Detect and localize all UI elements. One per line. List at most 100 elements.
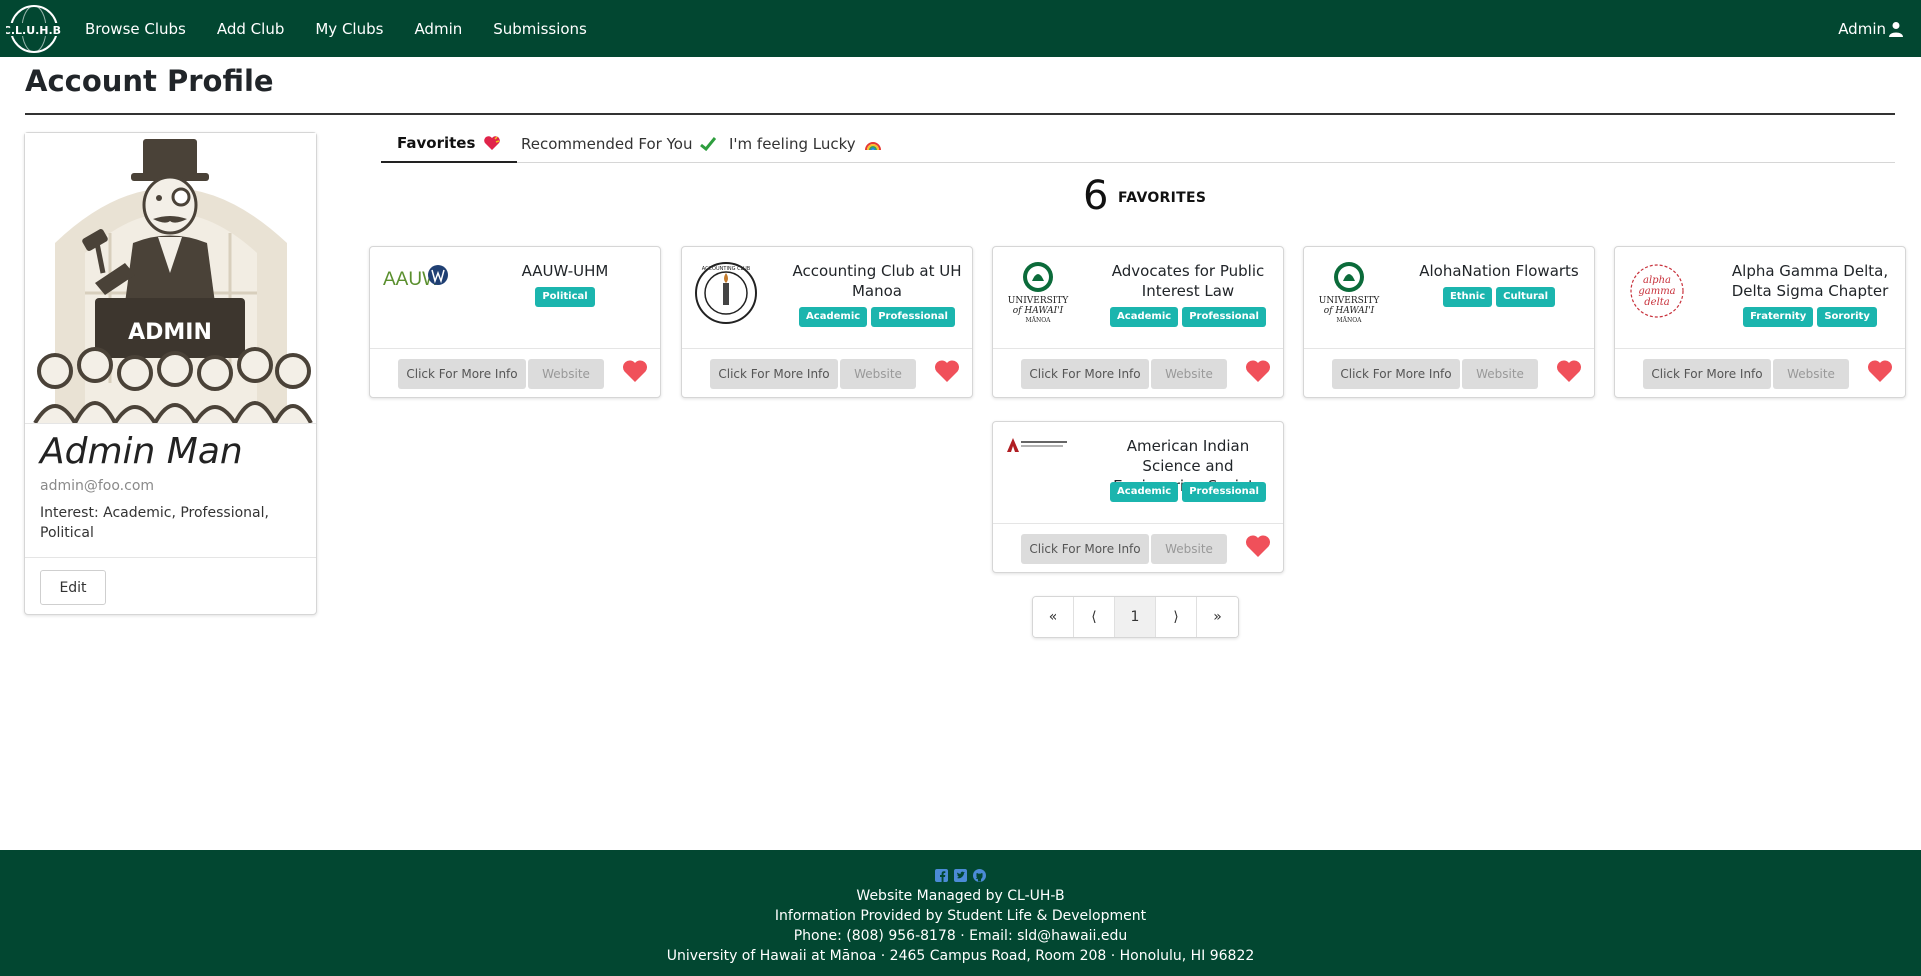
favorite-heart-icon[interactable] [1245, 534, 1271, 558]
favorite-heart-icon[interactable] [622, 359, 648, 383]
profile-interest: Interest: Academic, Professional, Politi… [40, 505, 269, 541]
user-menu-label: Admin [1838, 19, 1886, 38]
website-button[interactable]: Website [528, 359, 604, 389]
club-name: Advocates for Public Interest Law [1111, 262, 1265, 300]
footer-info: Information Provided by Student Life & D… [774, 908, 1147, 924]
more-info-button[interactable]: Click For More Info [710, 359, 838, 389]
club-card: UNIVERSITY of HAWAI'I MĀNOA Advocates fo… [992, 246, 1284, 398]
social-links [0, 869, 1921, 882]
more-info-button[interactable]: Click For More Info [398, 359, 526, 389]
heart-emoji-icon [483, 135, 501, 151]
club-tags: Ethnic Cultural [1409, 287, 1589, 307]
club-tags: Academic Professional [1098, 482, 1278, 502]
website-button[interactable]: Website [1462, 359, 1538, 389]
svg-text:UNIVERSITY: UNIVERSITY [1319, 296, 1381, 306]
favorite-heart-icon[interactable] [1556, 359, 1582, 383]
favorites-label: FAVORITES [1118, 190, 1207, 206]
club-tag[interactable]: Professional [871, 307, 955, 327]
last-page-button[interactable]: » [1197, 597, 1238, 637]
card-divider [682, 348, 972, 349]
tab-recommended-label: Recommended For You [521, 134, 693, 153]
card-divider [1304, 348, 1594, 349]
title-divider [25, 113, 1895, 115]
website-button[interactable]: Website [840, 359, 916, 389]
prev-page-button[interactable]: ⟨ [1074, 597, 1115, 637]
card-divider [370, 348, 660, 349]
nav-submissions[interactable]: Submissions [493, 20, 587, 38]
club-tags: Academic Professional [1098, 307, 1278, 327]
check-emoji-icon [700, 136, 717, 151]
edit-profile-button[interactable]: Edit [40, 570, 106, 605]
club-name: Accounting Club at UH Manoa [792, 262, 962, 300]
github-icon[interactable] [973, 869, 986, 882]
club-tag[interactable]: Political [535, 287, 595, 307]
svg-text:gamma: gamma [1638, 286, 1675, 297]
profile-email: admin@foo.com [40, 478, 155, 494]
alpha-gamma-delta-logo: alpha gamma delta [1627, 261, 1693, 327]
user-menu[interactable]: Admin [1838, 0, 1904, 57]
footer-managed: Website Managed by CL-UH-B [856, 888, 1065, 904]
tab-favorites[interactable]: Favorites [381, 124, 518, 163]
nav-browse-clubs[interactable]: Browse Clubs [85, 20, 186, 38]
aises-logo [1005, 436, 1071, 502]
club-tag[interactable]: Professional [1182, 307, 1266, 327]
tab-feeling-lucky[interactable]: I'm feeling Lucky [729, 124, 882, 163]
tab-feeling-lucky-label: I'm feeling Lucky [729, 134, 856, 153]
website-button[interactable]: Website [1151, 534, 1227, 564]
club-tag[interactable]: Professional [1182, 482, 1266, 502]
more-info-button[interactable]: Click For More Info [1643, 359, 1771, 389]
website-button[interactable]: Website [1151, 359, 1227, 389]
svg-text:of HAWAI'I: of HAWAI'I [1324, 306, 1375, 316]
svg-text:delta: delta [1644, 297, 1670, 308]
pagination: « ⟨ 1 ⟩ » [1032, 596, 1239, 638]
favorite-heart-icon[interactable] [934, 359, 960, 383]
favorites-count: 6 [1083, 173, 1109, 219]
club-tags: Political [475, 287, 655, 307]
facebook-icon[interactable] [935, 869, 948, 882]
accounting-seal-logo: ACCOUNTING CLUB [694, 261, 760, 327]
favorite-heart-icon[interactable] [1867, 359, 1893, 383]
club-tag[interactable]: Academic [1110, 482, 1179, 502]
club-tag[interactable]: Academic [1110, 307, 1179, 327]
footer-address: University of Hawaii at Mānoa · 2465 Cam… [666, 948, 1255, 964]
profile-card: ADMIN Admin Man admin@foo.com Interest: … [24, 132, 317, 615]
profile-avatar: ADMIN [25, 133, 316, 423]
svg-text:MĀNOA: MĀNOA [1337, 317, 1363, 324]
club-name: AAUW-UHM [521, 262, 609, 280]
svg-text:ACCOUNTING CLUB: ACCOUNTING CLUB [702, 266, 751, 272]
tab-favorites-label: Favorites [397, 133, 476, 152]
footer-contact: Phone: (808) 956-8178 · Email: sld@hawai… [793, 928, 1128, 944]
club-tag[interactable]: Sorority [1817, 307, 1877, 327]
page-1-button[interactable]: 1 [1115, 597, 1156, 637]
first-page-button[interactable]: « [1033, 597, 1074, 637]
next-page-button[interactable]: ⟩ [1156, 597, 1197, 637]
website-button[interactable]: Website [1773, 359, 1849, 389]
top-navbar: C.L.U.H.B. Browse Clubs Add Club My Club… [0, 0, 1921, 57]
club-card: ACCOUNTING CLUB Accounting Club at UH Ma… [681, 246, 973, 398]
brand-logo[interactable]: C.L.U.H.B. [4, 4, 64, 54]
club-tag[interactable]: Cultural [1496, 287, 1556, 307]
card-divider [993, 523, 1283, 524]
nav-add-club[interactable]: Add Club [217, 20, 284, 38]
club-card: AAUW AAUW-UHM Political Click For More I… [369, 246, 661, 398]
svg-text:UNIVERSITY: UNIVERSITY [1008, 296, 1070, 306]
twitter-icon[interactable] [954, 869, 967, 882]
uh-manoa-logo: UNIVERSITY of HAWAI'I MĀNOA [1316, 261, 1382, 327]
club-tag[interactable]: Fraternity [1743, 307, 1814, 327]
club-card: alpha gamma delta Alpha Gamma Delta, Del… [1614, 246, 1906, 398]
svg-text:C.L.U.H.B.: C.L.U.H.B. [6, 24, 62, 37]
club-tags: Academic Professional [787, 307, 967, 327]
aauw-logo: AAUW [382, 261, 448, 327]
club-name: Alpha Gamma Delta, Delta Sigma Chapter [1731, 262, 1889, 300]
more-info-button[interactable]: Click For More Info [1021, 534, 1149, 564]
svg-text:of HAWAI'I: of HAWAI'I [1013, 306, 1064, 316]
favorite-heart-icon[interactable] [1245, 359, 1271, 383]
nav-my-clubs[interactable]: My Clubs [315, 20, 383, 38]
tab-recommended[interactable]: Recommended For You [521, 124, 717, 163]
profile-divider [25, 557, 316, 558]
nav-admin[interactable]: Admin [414, 20, 462, 38]
more-info-button[interactable]: Click For More Info [1021, 359, 1149, 389]
club-tag[interactable]: Ethnic [1442, 287, 1493, 307]
club-tag[interactable]: Academic [799, 307, 868, 327]
more-info-button[interactable]: Click For More Info [1332, 359, 1460, 389]
